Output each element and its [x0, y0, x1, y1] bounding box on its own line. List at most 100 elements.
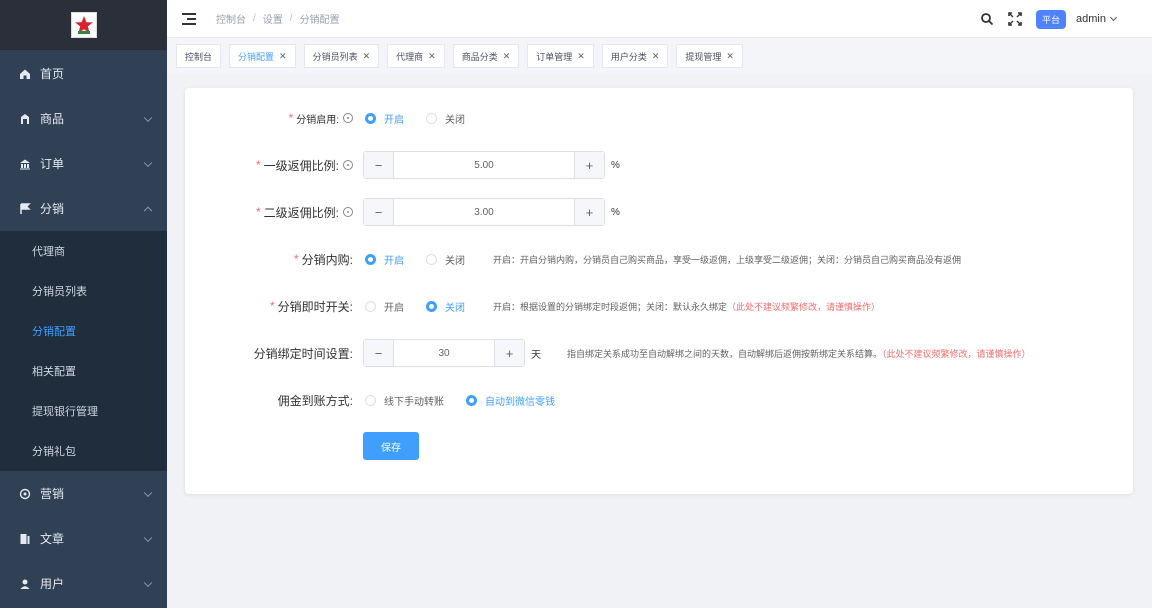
help-icon[interactable] [343, 207, 353, 217]
close-icon[interactable]: ✕ [428, 51, 436, 62]
close-icon[interactable]: ✕ [363, 51, 371, 62]
admin-username[interactable]: admin [1076, 13, 1106, 25]
submenu-item-agent[interactable]: 代理商 [0, 231, 167, 271]
tag-user-category[interactable]: 用户分类 ✕ [601, 44, 669, 68]
form-row-bind-time: 分销绑定时间设置: − 30 + 天 指自绑定关系成功至自动解绑之间的天数，自动… [185, 339, 1031, 367]
radio-instant-bind-on[interactable]: 开启 [365, 299, 404, 314]
tag-label: 代理商 [396, 51, 424, 62]
radio-enable-on[interactable]: 开启 [365, 111, 404, 126]
form-label: * 二级返佣比例: [185, 202, 353, 222]
form-row-level1-rate: * 一级返佣比例: − 5.00 + % [185, 151, 620, 179]
close-icon[interactable]: ✕ [503, 51, 511, 62]
submenu-item-related-config[interactable]: 相关配置 [0, 351, 167, 391]
top-header: 控制台 / 设置 / 分销配置 平台 admin [167, 0, 1152, 38]
bind-time-stepper: − 30 + [363, 339, 525, 367]
level1-rate-input[interactable]: 5.00 [394, 160, 574, 171]
label-text: 分销内购: [301, 252, 353, 267]
fullscreen-icon[interactable] [1008, 12, 1022, 26]
header-actions: 平台 admin [980, 0, 1118, 38]
tag-console[interactable]: 控制台 [176, 44, 222, 68]
submenu-item-distribution-config[interactable]: 分销配置 [0, 311, 167, 351]
level2-rate-input[interactable]: 3.00 [394, 207, 574, 218]
chevron-down-icon[interactable] [1109, 13, 1118, 22]
form-row-enable: * 分销启用: 开启 关闭 [185, 108, 487, 128]
logo[interactable] [70, 12, 97, 38]
menu-item-marketing[interactable]: 营销 [0, 471, 167, 516]
menu-item-article[interactable]: 文章 [0, 516, 167, 561]
radio-enable-off[interactable]: 关闭 [426, 111, 465, 126]
tag-label: 分销员列表 [312, 51, 358, 62]
label-text: 一级返佣比例: [263, 158, 339, 173]
self-purchase-hint: 开启：开启分销内购，分销员自己购买商品，享受一级返佣，上级享受二级返佣；关闭：分… [493, 254, 962, 265]
warning-text: （此处不建议频繁修改，请谨慎操作） [727, 301, 881, 312]
form-row-level2-rate: * 二级返佣比例: − 3.00 + % [185, 198, 620, 226]
menu-item-user[interactable]: 用户 [0, 561, 167, 606]
config-form-card: * 分销启用: 开启 关闭 * 一级返佣比例: − 5.00 + % * 二级返… [185, 88, 1133, 494]
user-icon [18, 577, 32, 591]
form-row-instant-bind: * 分销即时开关: 开启 关闭 开启：根据设置的分销绑定时段返佣；关闭：默认永久… [185, 296, 880, 316]
label-text: 二级返佣比例: [263, 205, 339, 220]
submenu-item-bank-management[interactable]: 提现银行管理 [0, 391, 167, 431]
decrement-button[interactable]: − [364, 340, 394, 366]
warning-text: （此处不建议频繁修改，请谨慎操作） [882, 348, 1031, 359]
tag-agent[interactable]: 代理商 ✕ [387, 44, 445, 68]
menu-item-distribution[interactable]: 分销 [0, 186, 167, 231]
menu-item-goods[interactable]: 商品 [0, 96, 167, 141]
submenu-label: 分销员列表 [32, 286, 87, 298]
form-label: 分销绑定时间设置: [185, 343, 353, 363]
increment-button[interactable]: + [574, 152, 604, 178]
self-purchase-radio-group: 开启 关闭 [365, 252, 487, 267]
decrement-button[interactable]: − [364, 152, 394, 178]
decrement-button[interactable]: − [364, 199, 394, 225]
tag-label: 控制台 [185, 51, 213, 62]
tag-goods-category[interactable]: 商品分类 ✕ [452, 44, 520, 68]
radio-instant-bind-off[interactable]: 关闭 [426, 299, 465, 314]
increment-button[interactable]: + [494, 340, 524, 366]
help-icon[interactable] [343, 160, 353, 170]
tag-order-management[interactable]: 订单管理 ✕ [527, 44, 594, 68]
menu-item-label: 文章 [40, 532, 65, 546]
help-icon[interactable] [343, 113, 353, 123]
submenu-label: 分销配置 [32, 326, 76, 338]
payout-radio-group: 线下手动转账 自动到微信零钱 [365, 393, 577, 408]
breadcrumb-item[interactable]: 控制台 [216, 11, 246, 26]
search-icon[interactable] [980, 12, 994, 26]
breadcrumb-item[interactable]: 设置 [263, 11, 283, 26]
form-label: * 分销即时开关: [269, 299, 353, 314]
tag-distribution-config[interactable]: 分销配置 ✕ [229, 44, 296, 68]
save-button[interactable]: 保存 [363, 432, 419, 460]
tag-label: 分销配置 [238, 51, 275, 62]
level2-rate-stepper: − 3.00 + [363, 198, 605, 226]
close-icon[interactable]: ✕ [279, 51, 287, 62]
submenu-label: 相关配置 [32, 366, 76, 378]
increment-button[interactable]: + [574, 199, 604, 225]
breadcrumb-item: 分销配置 [299, 15, 340, 26]
article-icon [18, 532, 32, 546]
platform-badge: 平台 [1036, 9, 1067, 29]
bind-time-hint: 指自绑定关系成功至自动解绑之间的天数，自动解绑后返佣按新绑定关系结算。（此处不建… [567, 348, 1031, 359]
instant-bind-radio-group: 开启 关闭 [365, 299, 487, 314]
close-icon[interactable]: ✕ [726, 51, 734, 62]
menu-item-home[interactable]: 首页 [0, 51, 167, 96]
radio-self-purchase-off[interactable]: 关闭 [426, 252, 465, 267]
tag-distributor-list[interactable]: 分销员列表 ✕ [303, 44, 380, 68]
goods-icon [18, 112, 32, 126]
tag-withdraw-management[interactable]: 提现管理 ✕ [676, 44, 743, 68]
level1-rate-stepper: − 5.00 + [363, 151, 605, 179]
radio-payout-wechat[interactable]: 自动到微信零钱 [466, 393, 555, 408]
home-icon [18, 67, 32, 81]
menu-toggle-icon[interactable] [182, 12, 196, 25]
radio-self-purchase-on[interactable]: 开启 [365, 252, 404, 267]
close-icon[interactable]: ✕ [652, 51, 660, 62]
form-label: * 一级返佣比例: [185, 155, 353, 175]
menu-item-order[interactable]: 订单 [0, 141, 167, 186]
close-icon[interactable]: ✕ [577, 51, 585, 62]
menu-item-label: 营销 [40, 487, 65, 501]
tag-label: 用户分类 [610, 51, 647, 62]
label-text: 分销即时开关: [277, 299, 353, 314]
unit-label: % [611, 159, 620, 171]
submenu-item-distributor-list[interactable]: 分销员列表 [0, 271, 167, 311]
radio-payout-manual[interactable]: 线下手动转账 [365, 393, 444, 408]
submenu-item-gift-pack[interactable]: 分销礼包 [0, 431, 167, 471]
bind-time-input[interactable]: 30 [394, 348, 494, 359]
